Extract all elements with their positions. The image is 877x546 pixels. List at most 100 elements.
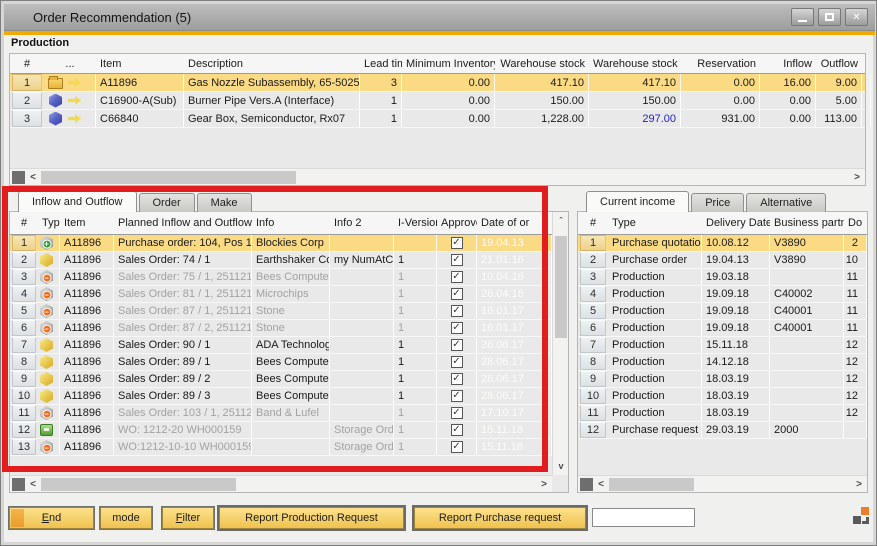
column-header[interactable]: Planned Inflow and Outflow — [114, 217, 252, 229]
close-button[interactable]: ✕ — [845, 8, 868, 26]
scrollbar-corner-box[interactable] — [580, 478, 593, 491]
tab-make[interactable]: Make — [197, 193, 252, 212]
inflow-outflow-row[interactable]: 12A11896WO: 1212-20 WH000159Storage Orde… — [10, 422, 552, 439]
column-header[interactable]: Item — [60, 217, 114, 229]
inflow-outflow-row[interactable]: 4–A11896Sales Order: 81 / 1, 2511218Micr… — [10, 286, 552, 303]
column-header[interactable]: # — [578, 217, 608, 229]
production-row[interactable]: 1A11896Gas Nozzle Subassembly, 65-502543… — [10, 74, 865, 92]
current-income-row[interactable]: 8Production14.12.1812 — [578, 354, 867, 371]
column-header[interactable]: Info — [252, 217, 330, 229]
scroll-down-icon[interactable]: v — [553, 459, 569, 473]
scroll-left-icon[interactable]: < — [26, 476, 40, 493]
current-income-row[interactable]: 9Production18.03.1912 — [578, 371, 867, 388]
current-income-row[interactable]: 5Production19.09.18C4000111 — [578, 303, 867, 320]
approved-checkbox[interactable]: ✓ — [451, 441, 463, 453]
scrollbar-thumb[interactable] — [41, 171, 296, 184]
column-header[interactable]: Lead time — [360, 58, 402, 70]
inflow-outflow-row[interactable]: 8A11896Sales Order: 89 / 1Bees Computers… — [10, 354, 552, 371]
current-income-row[interactable]: 3Production19.03.1811 — [578, 269, 867, 286]
current-income-row[interactable]: 1Purchase quotation10.08.12V38902 — [578, 235, 867, 252]
inflow-outflow-row[interactable]: 2A11896Sales Order: 74 / 1Earthshaker Co… — [10, 252, 552, 269]
footer-input[interactable] — [592, 508, 695, 527]
column-header[interactable]: Minimum Inventory — [402, 58, 495, 70]
approved-checkbox[interactable]: ✓ — [451, 322, 463, 334]
production-hscrollbar[interactable]: < > — [10, 168, 865, 185]
approved-checkbox[interactable]: ✓ — [451, 390, 463, 402]
column-header[interactable]: Description — [184, 58, 360, 70]
scroll-right-icon[interactable]: > — [850, 169, 864, 186]
scrollbar-thumb[interactable] — [555, 236, 567, 338]
minimize-button[interactable] — [791, 8, 814, 26]
column-header[interactable]: Reservation — [681, 58, 760, 70]
scroll-right-icon[interactable]: > — [537, 476, 551, 493]
column-header[interactable]: Info 2 — [330, 217, 394, 229]
scrollbar-corner-box[interactable] — [12, 478, 25, 491]
column-header[interactable]: Do — [844, 217, 867, 229]
end-button[interactable]: End — [9, 507, 94, 529]
link-arrow-icon[interactable] — [68, 114, 81, 123]
production-row[interactable]: 3C66840Gear Box, Semiconductor, Rx0710.0… — [10, 110, 865, 128]
resize-grip-icon[interactable] — [852, 507, 870, 525]
approved-checkbox[interactable]: ✓ — [451, 339, 463, 351]
column-header[interactable]: Date of or — [477, 217, 552, 229]
approved-checkbox[interactable]: ✓ — [451, 373, 463, 385]
column-header[interactable]: Business partner — [770, 217, 844, 229]
scroll-up-icon[interactable]: ˆ — [553, 214, 569, 228]
scrollbar-thumb[interactable] — [41, 478, 236, 491]
tab-alternative[interactable]: Alternative — [746, 193, 826, 212]
column-header[interactable]: Delivery Date — [702, 217, 770, 229]
maximize-button[interactable] — [818, 8, 841, 26]
current-income-row[interactable]: 4Production19.09.18C4000211 — [578, 286, 867, 303]
column-header[interactable]: ... — [44, 58, 96, 70]
column-header[interactable]: Item — [96, 58, 184, 70]
current-income-row[interactable]: 10Production18.03.1912 — [578, 388, 867, 405]
approved-checkbox[interactable]: ✓ — [451, 305, 463, 317]
right-hscrollbar[interactable]: < > — [578, 475, 867, 492]
inflow-outflow-row[interactable]: 5–A11896Sales Order: 87 / 1, 2511218Ston… — [10, 303, 552, 320]
scrollbar-corner-box[interactable] — [12, 171, 25, 184]
approved-checkbox[interactable]: ✓ — [451, 271, 463, 283]
link-arrow-icon[interactable] — [68, 96, 81, 105]
report-prod-button[interactable]: Report Production Request — [219, 507, 404, 529]
title-bar[interactable]: Order Recommendation (5) ✕ — [4, 4, 875, 31]
current-income-row[interactable]: 2Purchase order19.04.13V389010 — [578, 252, 867, 269]
report-purch-button[interactable]: Report Purchase request — [414, 507, 586, 529]
column-header[interactable]: Inflow — [760, 58, 816, 70]
current-income-row[interactable]: 7Production15.11.1812 — [578, 337, 867, 354]
inflow-outflow-row[interactable]: 3–A11896Sales Order: 75 / 1, 2511218Bees… — [10, 269, 552, 286]
link-arrow-icon[interactable] — [68, 78, 81, 87]
column-header[interactable]: Outflow — [816, 58, 862, 70]
scroll-left-icon[interactable]: < — [26, 169, 40, 186]
column-header[interactable]: Warehouse stock — [495, 58, 589, 70]
column-header[interactable]: Approved — [437, 217, 477, 229]
scroll-right-icon[interactable]: > — [852, 476, 866, 493]
inflow-outflow-row[interactable]: 10A11896Sales Order: 89 / 3Bees Computer… — [10, 388, 552, 405]
current-income-row[interactable]: 12Purchase request29.03.192000 — [578, 422, 867, 439]
column-header[interactable]: # — [10, 217, 38, 229]
inflow-outflow-row[interactable]: 6–A11896Sales Order: 87 / 2, 2511218Ston… — [10, 320, 552, 337]
scroll-left-icon[interactable]: < — [594, 476, 608, 493]
tab-price[interactable]: Price — [691, 193, 744, 212]
approved-checkbox[interactable]: ✓ — [451, 407, 463, 419]
column-header[interactable]: Typ — [38, 217, 60, 229]
approved-checkbox[interactable]: ✓ — [451, 356, 463, 368]
approved-checkbox[interactable]: ✓ — [451, 254, 463, 266]
approved-checkbox[interactable]: ✓ — [451, 424, 463, 436]
production-row[interactable]: 2C16900-A(Sub)Burner Pipe Vers.A (Interf… — [10, 92, 865, 110]
tab-inflow-and-outflow[interactable]: Inflow and Outflow — [18, 191, 137, 212]
column-header[interactable]: Type — [608, 217, 702, 229]
tab-current-income[interactable]: Current income — [586, 191, 689, 212]
mode-button[interactable]: mode — [100, 507, 152, 529]
inflow-outflow-row[interactable]: 7A11896Sales Order: 90 / 1ADA Technologi… — [10, 337, 552, 354]
inflow-outflow-row[interactable]: 1+A11896Purchase order: 104, Pos 1Blocki… — [10, 235, 552, 252]
tab-order[interactable]: Order — [139, 193, 195, 212]
column-header[interactable]: I-Version — [394, 217, 437, 229]
warehouse-stock-2[interactable]: 297.00 — [589, 110, 681, 127]
current-income-row[interactable]: 11Production18.03.1912 — [578, 405, 867, 422]
column-header[interactable]: Warehouse stock — [589, 58, 681, 70]
column-header[interactable]: # — [10, 58, 44, 70]
current-income-row[interactable]: 6Production19.09.18C4000111 — [578, 320, 867, 337]
scrollbar-thumb[interactable] — [609, 478, 694, 491]
filter-button[interactable]: Filter — [162, 507, 214, 529]
inflow-outflow-row[interactable]: 9A11896Sales Order: 89 / 2Bees Computers… — [10, 371, 552, 388]
